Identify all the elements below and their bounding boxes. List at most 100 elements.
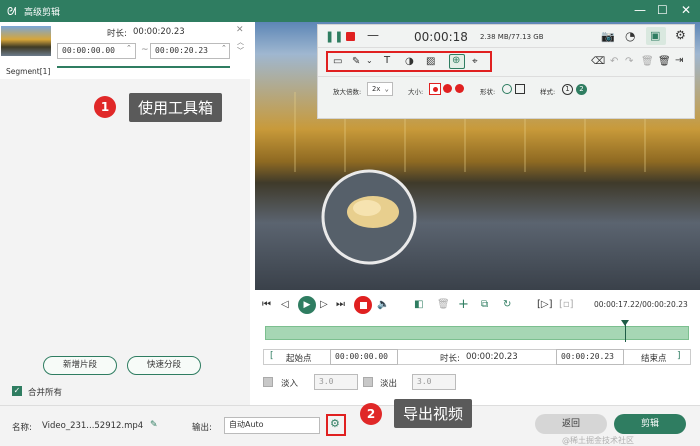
start-point-label[interactable]: 起始点 <box>286 352 312 364</box>
pen-dropdown-icon[interactable]: ⌄ <box>366 56 373 65</box>
style-label: 样式: <box>540 88 556 96</box>
back-button[interactable]: 返回 <box>535 414 607 434</box>
size-label: 大小: <box>408 88 424 96</box>
delete-icon[interactable]: 🗑 <box>641 56 654 67</box>
output-settings-gear-icon[interactable]: ⚙ <box>330 417 340 430</box>
trash-icon[interactable]: 🗑 <box>658 56 671 67</box>
output-label: 输出: <box>192 423 212 433</box>
fade-out-checkbox[interactable] <box>363 377 373 387</box>
pause-icon[interactable]: ❚❚ <box>325 30 343 43</box>
toolbar-divider-2 <box>318 76 694 77</box>
shape-square-option[interactable] <box>515 84 525 94</box>
storage-info: 2.38 MB/77.13 GB <box>480 33 544 41</box>
text-tool-icon[interactable]: T <box>384 55 390 66</box>
end-spin-icon[interactable]: ⌃ <box>221 44 227 52</box>
range-duration-value: 00:00:20.23 <box>466 352 518 362</box>
duration-label: 时长: <box>107 29 127 39</box>
output-format-select[interactable]: 自动Auto <box>224 417 320 434</box>
duration-value: 00:00:20.23 <box>133 27 185 37</box>
toolbox-icon[interactable]: ▣ <box>650 29 660 42</box>
spotlight-tool-icon[interactable]: ⌖ <box>472 56 478 67</box>
fit-icon[interactable]: [▷] <box>537 299 553 310</box>
image-tool-icon[interactable]: ▨ <box>426 56 435 67</box>
quick-split-button[interactable]: 快速分段 <box>127 356 201 375</box>
merge-all-checkbox[interactable]: ✓ <box>12 386 22 396</box>
playback-time: 00:00:17.22/00:00:20.23 <box>594 300 688 309</box>
redo-icon[interactable]: ↷ <box>625 56 633 67</box>
volume-icon[interactable]: 🔈 <box>377 299 389 310</box>
stop-button[interactable] <box>354 296 372 314</box>
fade-out-input[interactable]: 3.0 <box>412 374 456 390</box>
minimize-icon[interactable]: — <box>634 3 646 17</box>
fade-out-label: 淡出 <box>380 379 398 389</box>
skip-start-icon[interactable]: ⏮ <box>262 299 271 310</box>
shape-circle-option[interactable] <box>502 84 512 94</box>
segment-start-input[interactable]: 00:00:00.00 <box>57 43 136 59</box>
maximize-icon[interactable]: ☐ <box>657 3 668 17</box>
close-segment-icon[interactable]: ✕ <box>236 25 244 35</box>
size-small-option[interactable] <box>429 83 441 95</box>
merge-all-label: 合并所有 <box>28 388 63 398</box>
step-forward-icon[interactable]: ▷ <box>320 299 328 310</box>
callout-1-number: 1 <box>94 96 116 118</box>
rectangle-tool-icon[interactable]: ▭ <box>333 56 342 67</box>
range-duration-label: 时长: <box>440 354 460 364</box>
start-bracket-icon[interactable]: [ <box>270 351 274 361</box>
fade-in-checkbox[interactable] <box>263 377 273 387</box>
copy-icon[interactable]: ⧉ <box>481 299 488 310</box>
callout-2-text: 导出视频 <box>394 399 473 428</box>
range-start-input[interactable]: 00:00:00.00 <box>330 349 398 365</box>
window-title: 高级剪辑 <box>24 8 61 18</box>
rename-pencil-icon[interactable]: ✎ <box>150 420 158 430</box>
exit-icon[interactable]: ⇥ <box>675 55 683 66</box>
style-1-option[interactable]: 1 <box>562 84 573 95</box>
style-2-option[interactable]: 2 <box>576 84 587 95</box>
segment-panel <box>0 22 250 405</box>
pen-tool-icon[interactable]: ✎ <box>352 56 360 67</box>
undo-icon[interactable]: ↶ <box>610 56 618 67</box>
trash-clip-icon[interactable]: 🗑 <box>437 299 450 310</box>
file-name-label: 名称: <box>12 423 32 433</box>
shape-label: 形状: <box>480 88 496 96</box>
toolbar-divider <box>318 47 694 48</box>
segment-thumbnail[interactable] <box>1 26 51 56</box>
playhead-marker-icon[interactable] <box>621 320 629 326</box>
end-bracket-icon[interactable]: ] <box>677 351 681 361</box>
split-icon[interactable]: ◧ <box>414 299 423 310</box>
chevron-down-icon[interactable]: ﹀ <box>237 46 244 56</box>
fullscreen-icon[interactable]: [▫] <box>559 299 574 310</box>
add-segment-button[interactable]: 新增片段 <box>43 356 117 375</box>
callout-1-text: 使用工具箱 <box>129 93 223 122</box>
magnifier-tool-icon[interactable]: ⊕ <box>452 55 460 66</box>
add-icon[interactable]: + <box>458 297 469 312</box>
skip-end-icon[interactable]: ⏭ <box>336 299 345 310</box>
segment-progress-line <box>57 66 230 68</box>
file-name-value: Video_231...52912.mp4 <box>42 421 144 431</box>
eraser-icon[interactable]: ⌫ <box>591 56 605 67</box>
zoom-select[interactable]: 2x ⌄ <box>367 82 393 96</box>
edit-button[interactable]: 剪辑 <box>614 414 686 434</box>
play-button[interactable]: ▶ <box>298 296 316 314</box>
size-large-option[interactable] <box>455 84 464 93</box>
callout-2-number: 2 <box>360 403 382 425</box>
counter-tool-icon[interactable]: ◑ <box>405 56 414 67</box>
fade-in-input[interactable]: 3.0 <box>314 374 358 390</box>
reset-icon[interactable]: ↻ <box>503 299 511 310</box>
range-dash: ~ <box>141 45 149 55</box>
size-medium-option[interactable] <box>443 84 452 93</box>
end-point-label[interactable]: 结束点 <box>641 352 667 364</box>
gear-icon[interactable]: ⚙ <box>675 28 686 42</box>
close-icon[interactable]: ✕ <box>681 3 691 17</box>
zoom-label: 放大倍数: <box>333 88 362 96</box>
stop-icon[interactable] <box>346 32 355 41</box>
step-back-icon[interactable]: ◁ <box>281 299 289 310</box>
range-end-input[interactable]: 00:00:20.23 <box>556 349 624 365</box>
clock-icon[interactable]: ◔ <box>625 29 635 43</box>
start-spin-icon[interactable]: ⌃ <box>126 44 132 52</box>
bunny-logo-icon: ᘛ <box>7 5 17 18</box>
camera-icon[interactable]: 📷 <box>601 30 615 43</box>
watermark: @稀土掘金技术社区 <box>562 436 634 445</box>
record-timer: 00:00:18 <box>414 30 468 44</box>
segment-end-input[interactable]: 00:00:20.23 <box>150 43 230 59</box>
minimize-toolbar-icon[interactable]: — <box>367 28 379 42</box>
